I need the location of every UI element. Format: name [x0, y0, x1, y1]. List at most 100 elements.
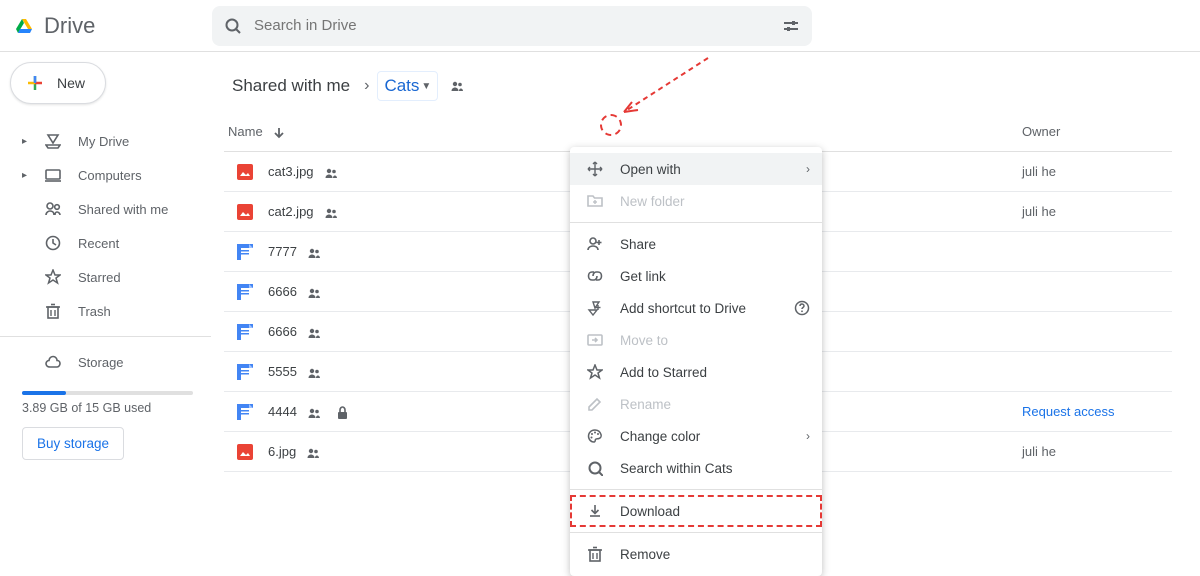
- column-owner-header[interactable]: Owner: [1022, 124, 1172, 139]
- move-to-icon: [586, 332, 604, 348]
- file-name: 6666: [268, 324, 297, 339]
- gdoc-file-icon: [236, 403, 254, 421]
- caret-icon: ▸: [22, 136, 28, 147]
- buy-storage-button[interactable]: Buy storage: [22, 427, 124, 460]
- breadcrumb-separator-icon: ›: [364, 77, 369, 95]
- shared-badge-icon: [324, 206, 338, 218]
- ctx-separator: [570, 489, 822, 490]
- trash-icon: [44, 303, 62, 319]
- trash-icon: [586, 546, 604, 562]
- open-with-icon: [586, 161, 604, 177]
- image-file-icon: [236, 203, 254, 221]
- sidebar-item-label: Starred: [78, 270, 121, 285]
- shared-folder-icon: [450, 79, 466, 93]
- search-icon: [586, 460, 604, 476]
- search-input[interactable]: [254, 17, 770, 34]
- file-name: 4444: [268, 404, 297, 419]
- ctx-label: New folder: [620, 194, 685, 209]
- ctx-search-within[interactable]: Search within Cats: [570, 452, 822, 484]
- ctx-add-starred[interactable]: Add to Starred: [570, 356, 822, 388]
- ctx-label: Open with: [620, 162, 681, 177]
- new-button[interactable]: New: [10, 62, 106, 104]
- ctx-change-color[interactable]: Change color ›: [570, 420, 822, 452]
- sort-arrow-icon[interactable]: [271, 125, 285, 139]
- ctx-separator: [570, 222, 822, 223]
- image-file-icon: [236, 443, 254, 461]
- sidebar-item-label: Trash: [78, 304, 111, 319]
- file-name: 7777: [268, 244, 297, 259]
- sidebar: New ▸ My Drive ▸ Computers Shared with m…: [0, 52, 212, 530]
- image-file-icon: [236, 163, 254, 181]
- brand-name: Drive: [44, 13, 95, 39]
- shared-badge-icon: [307, 246, 321, 258]
- sidebar-item-label: Recent: [78, 236, 119, 251]
- dropdown-caret-icon: ▼: [421, 81, 431, 92]
- file-owner: juli he: [1022, 204, 1172, 219]
- file-name: cat2.jpg: [268, 204, 314, 219]
- computers-icon: [44, 167, 62, 183]
- sidebar-item-storage[interactable]: Storage: [0, 345, 211, 379]
- ctx-separator: [570, 532, 822, 533]
- sidebar-item-computers[interactable]: ▸ Computers: [0, 158, 211, 192]
- help-icon[interactable]: [794, 300, 810, 316]
- download-icon: [586, 503, 604, 519]
- sidebar-item-label: Storage: [78, 355, 124, 370]
- search-options-icon[interactable]: [782, 18, 800, 34]
- ctx-label: Move to: [620, 333, 668, 348]
- shared-badge-icon: [306, 446, 320, 458]
- sidebar-item-label: Shared with me: [78, 202, 168, 217]
- ctx-label: Search within Cats: [620, 461, 733, 476]
- rename-icon: [586, 396, 604, 412]
- caret-icon: ▸: [22, 170, 28, 181]
- file-owner[interactable]: Request access: [1022, 404, 1172, 419]
- ctx-label: Change color: [620, 429, 700, 444]
- file-owner: juli he: [1022, 164, 1172, 179]
- sidebar-item-starred[interactable]: Starred: [0, 260, 211, 294]
- breadcrumb-root[interactable]: Shared with me: [226, 72, 356, 100]
- column-name-header[interactable]: Name: [228, 124, 263, 139]
- file-name: 5555: [268, 364, 297, 379]
- sidebar-item-my-drive[interactable]: ▸ My Drive: [0, 124, 211, 158]
- breadcrumb-current[interactable]: Cats ▼: [377, 71, 438, 101]
- share-icon: [586, 236, 604, 252]
- sidebar-item-shared[interactable]: Shared with me: [0, 192, 211, 226]
- shared-badge-icon: [307, 286, 321, 298]
- sidebar-divider: [0, 336, 211, 337]
- new-folder-icon: [586, 193, 604, 209]
- ctx-add-shortcut[interactable]: Add shortcut to Drive: [570, 292, 822, 324]
- ctx-label: Remove: [620, 547, 670, 562]
- star-icon: [44, 269, 62, 285]
- ctx-get-link[interactable]: Get link: [570, 260, 822, 292]
- shortcut-icon: [586, 300, 604, 316]
- ctx-move-to: Move to: [570, 324, 822, 356]
- context-menu: Open with › New folder Share Get link Ad…: [570, 147, 822, 576]
- gdoc-file-icon: [236, 243, 254, 261]
- shared-badge-icon: [307, 366, 321, 378]
- ctx-open-with[interactable]: Open with ›: [570, 153, 822, 185]
- ctx-label: Get link: [620, 269, 666, 284]
- search-box[interactable]: [212, 6, 812, 46]
- sidebar-item-trash[interactable]: Trash: [0, 294, 211, 328]
- ctx-share[interactable]: Share: [570, 228, 822, 260]
- shared-badge-icon: [307, 406, 321, 418]
- annotation-highlight-download: Download: [570, 495, 822, 527]
- cloud-icon: [44, 354, 62, 370]
- chevron-right-icon: ›: [806, 162, 810, 176]
- file-owner: juli he: [1022, 444, 1172, 459]
- ctx-remove[interactable]: Remove: [570, 538, 822, 570]
- ctx-label: Download: [620, 504, 680, 519]
- palette-icon: [586, 428, 604, 444]
- drive-logo-icon: [16, 17, 36, 35]
- shared-badge-icon: [324, 166, 338, 178]
- storage-used-text: 3.89 GB of 15 GB used: [22, 401, 195, 415]
- ctx-download[interactable]: Download: [572, 497, 820, 525]
- file-name: cat3.jpg: [268, 164, 314, 179]
- file-name: 6.jpg: [268, 444, 296, 459]
- gdoc-file-icon: [236, 283, 254, 301]
- ctx-label: Add to Starred: [620, 365, 707, 380]
- my-drive-icon: [44, 133, 62, 149]
- recent-icon: [44, 235, 62, 251]
- sidebar-item-label: Computers: [78, 168, 142, 183]
- sidebar-item-recent[interactable]: Recent: [0, 226, 211, 260]
- star-icon: [586, 364, 604, 380]
